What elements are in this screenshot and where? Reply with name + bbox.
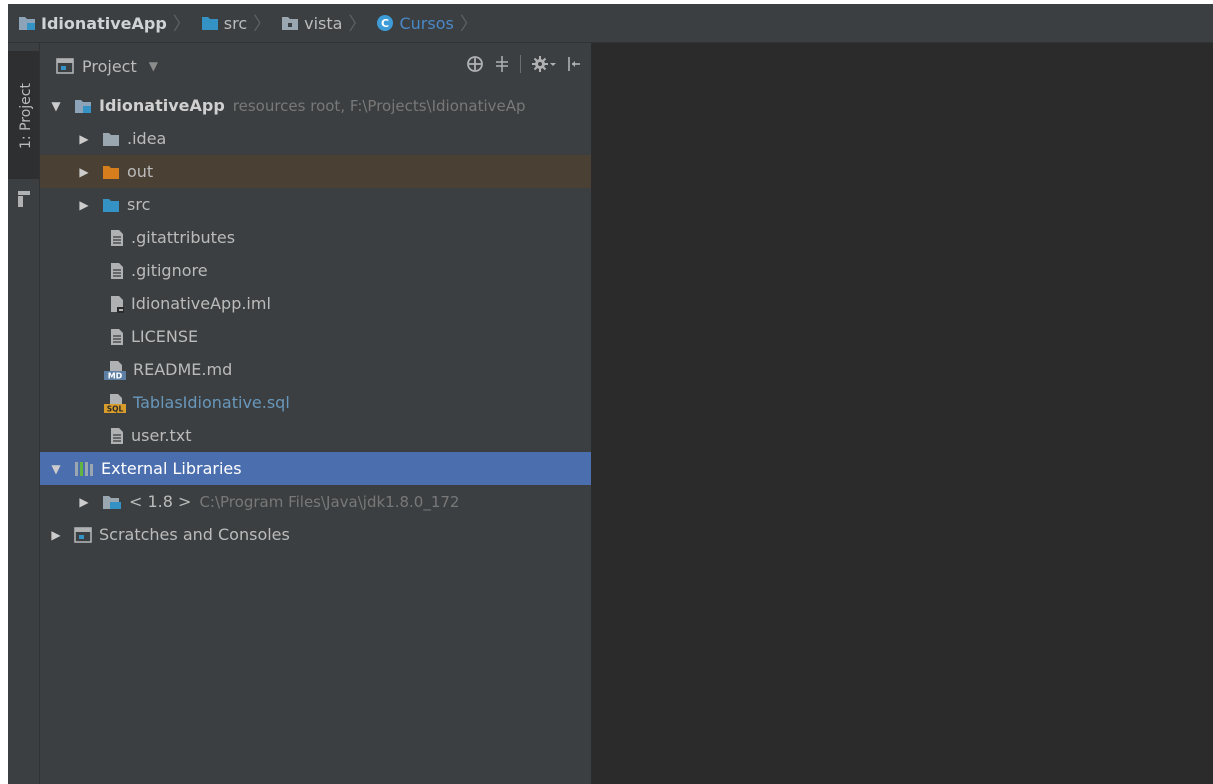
tree-node-iml[interactable]: IdionativeApp.iml	[40, 287, 591, 320]
breadcrumb-src-label: src	[223, 13, 248, 33]
tree-node-label: IdionativeApp.iml	[131, 294, 271, 313]
tree-node-sql[interactable]: SQL TablasIdionative.sql	[40, 386, 591, 419]
source-folder-icon	[103, 198, 119, 212]
breadcrumb-project[interactable]: IdionativeApp	[8, 4, 167, 42]
scratches-icon	[74, 526, 92, 543]
tree-node-label: src	[127, 195, 151, 214]
tree-node-label: user.txt	[131, 426, 192, 445]
breadcrumb-src[interactable]: src	[191, 4, 247, 42]
source-folder-icon	[201, 17, 218, 30]
tree-node-external-libraries[interactable]: ▼ External Libraries	[40, 452, 591, 485]
tree-node-label: out	[127, 162, 154, 181]
tree-node-readme[interactable]: MD README.md	[40, 353, 591, 386]
tree-node-src[interactable]: ▶ src	[40, 188, 591, 221]
tree-node-label: TablasIdionative.sql	[133, 393, 290, 412]
tree-node-jdk[interactable]: ▶ < 1.8 > C:\Program Files\Java\jdk1.8.0…	[40, 485, 591, 518]
tree-node-hint: resources root, F:\Projects\IdionativeAp	[232, 96, 526, 115]
project-view-icon	[56, 58, 74, 74]
folder-icon	[103, 132, 119, 146]
project-panel-toolbar	[466, 55, 581, 73]
breadcrumb-vista-label: vista	[304, 13, 343, 33]
markdown-badge: MD	[108, 371, 123, 380]
project-panel-header: Project ▼	[40, 43, 591, 89]
chevron-down-icon[interactable]: ▼	[149, 59, 158, 73]
tree-node-gitignore[interactable]: .gitignore	[40, 254, 591, 287]
tree-node-gitattributes[interactable]: .gitattributes	[40, 221, 591, 254]
project-tool-tab-label: 1: Project	[18, 83, 34, 149]
breadcrumb-separator: 〉	[172, 14, 191, 35]
left-tool-strip: 1: Project	[8, 43, 40, 784]
collapse-all-icon[interactable]	[494, 55, 510, 73]
module-folder-icon	[19, 17, 35, 30]
collapsed-arrow-icon[interactable]: ▶	[78, 165, 90, 179]
breadcrumb-vista[interactable]: vista	[271, 4, 342, 42]
breadcrumb-separator: 〉	[348, 14, 367, 35]
text-file-icon	[111, 262, 123, 279]
text-file-icon	[111, 427, 123, 444]
class-icon: C	[377, 15, 394, 31]
project-view-selector[interactable]: Project	[82, 57, 137, 76]
expanded-arrow-icon[interactable]: ▼	[50, 462, 62, 476]
package-folder-icon	[282, 17, 299, 30]
project-panel: Project ▼ ▼ IdionativeApp resources root…	[40, 43, 592, 784]
module-file-icon	[111, 295, 124, 313]
tree-node-label: .idea	[127, 129, 167, 148]
tree-node-label: LICENSE	[131, 327, 199, 346]
collapsed-arrow-icon[interactable]: ▶	[50, 528, 62, 542]
collapsed-arrow-icon[interactable]: ▶	[78, 198, 90, 212]
sql-file-icon: SQL	[104, 393, 126, 413]
tree-node-idea[interactable]: ▶ .idea	[40, 122, 591, 155]
navigation-bar: IdionativeApp 〉 src 〉 vista 〉 C Cursos 〉	[8, 4, 1213, 43]
tree-node-out[interactable]: ▶ out	[40, 155, 591, 188]
sql-badge: SQL	[107, 404, 124, 413]
module-folder-icon	[75, 99, 91, 113]
collapsed-arrow-icon[interactable]: ▶	[78, 495, 90, 509]
tree-node-label: .gitattributes	[131, 228, 236, 247]
tree-node-label: External Libraries	[101, 459, 242, 478]
tree-node-label: Scratches and Consoles	[99, 525, 290, 544]
tree-node-user-txt[interactable]: user.txt	[40, 419, 591, 452]
markdown-file-icon: MD	[104, 360, 126, 380]
breadcrumb-separator: 〉	[253, 14, 272, 35]
tree-node-label: .gitignore	[131, 261, 208, 280]
breadcrumb-separator: 〉	[459, 14, 478, 35]
library-icon	[75, 461, 93, 476]
tree-node-label: IdionativeApp	[99, 96, 225, 115]
excluded-folder-icon	[103, 165, 119, 179]
hide-icon[interactable]	[567, 55, 581, 73]
collapsed-arrow-icon[interactable]: ▶	[78, 132, 90, 146]
locate-icon[interactable]	[466, 55, 484, 73]
tree-node-scratches[interactable]: ▶ Scratches and Consoles	[40, 518, 591, 551]
breadcrumb-cursos[interactable]: C Cursos	[366, 4, 454, 42]
toolbar-divider	[520, 55, 521, 73]
tree-node-label: < 1.8 >	[129, 492, 192, 511]
class-badge-text: C	[381, 17, 389, 30]
tree-node-root[interactable]: ▼ IdionativeApp resources root, F:\Proje…	[40, 89, 591, 122]
settings-icon[interactable]	[531, 55, 557, 73]
screen-frame-left	[0, 0, 8, 784]
breadcrumb-cursos-label: Cursos	[399, 13, 454, 33]
text-file-icon	[111, 229, 123, 246]
editor-area[interactable]	[592, 43, 1213, 784]
tree-node-license[interactable]: LICENSE	[40, 320, 591, 353]
tree-node-label: README.md	[133, 360, 233, 379]
structure-icon[interactable]	[18, 191, 30, 207]
tree-node-hint: C:\Program Files\Java\jdk1.8.0_172	[199, 492, 460, 511]
project-tool-tab[interactable]: 1: Project	[8, 51, 39, 179]
jdk-folder-icon	[103, 495, 121, 509]
breadcrumb-project-label: IdionativeApp	[41, 13, 167, 33]
expanded-arrow-icon[interactable]: ▼	[50, 99, 62, 113]
text-file-icon	[111, 328, 123, 345]
